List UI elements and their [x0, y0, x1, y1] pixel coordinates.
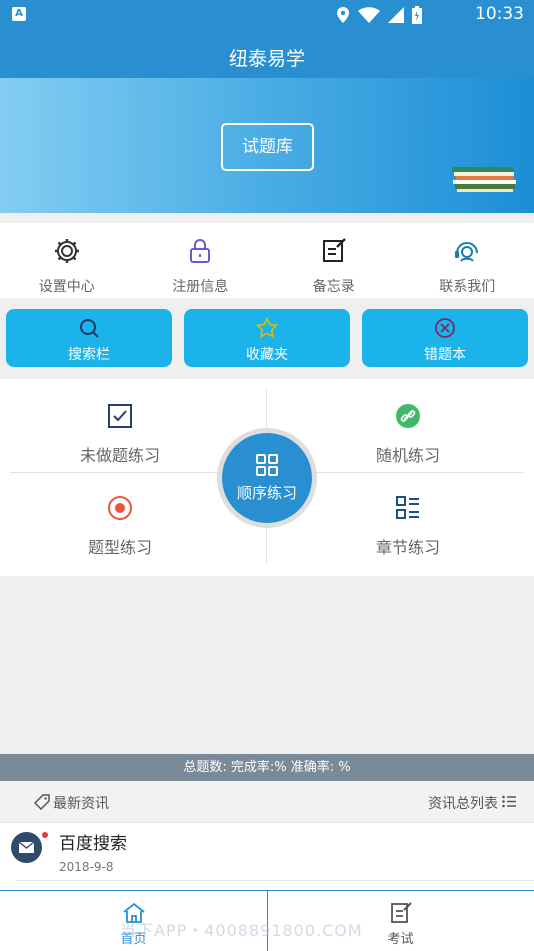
link-icon [395, 403, 421, 429]
tool-label: 收藏夹 [184, 344, 350, 364]
latest-news-label: 最新资讯 [53, 793, 109, 813]
quick-item-label: 联系我们 [401, 276, 534, 296]
search-button[interactable]: 搜索栏 [6, 309, 172, 367]
list-icon [395, 495, 421, 521]
wifi-icon [358, 7, 380, 23]
practice-label: 未做题练习 [20, 442, 220, 466]
location-icon [336, 7, 350, 23]
center-label: 顺序练习 [222, 482, 312, 503]
practice-grid: 未做题练习 随机练习 题型练习 章节练习 顺序练习 [0, 379, 534, 576]
signal-icon [388, 7, 404, 23]
grid-icon [255, 453, 279, 477]
tool-buttons: 搜索栏 收藏夹 错题本 [0, 309, 534, 369]
practice-label: 题型练习 [20, 534, 220, 558]
stats-bar: 总题数: 完成率:% 准确率: % [0, 754, 534, 781]
checkbox-icon [107, 403, 133, 429]
app-title: 纽泰易学 [0, 28, 534, 78]
quick-item-memo[interactable]: 备忘录 [267, 223, 401, 298]
quick-item-contact[interactable]: 联系我们 [401, 223, 534, 298]
star-icon [256, 317, 278, 339]
target-icon [107, 495, 133, 521]
news-item[interactable]: 百度搜索 2018-9-8 [0, 823, 534, 890]
notification-icon: A [12, 7, 26, 21]
quick-item-label: 设置中心 [0, 276, 134, 296]
mail-icon [11, 832, 42, 863]
tool-label: 搜索栏 [6, 344, 172, 364]
random-practice[interactable]: 随机练习 [308, 403, 508, 466]
headset-icon [453, 237, 481, 265]
status-icons [336, 6, 422, 24]
tag-icon [34, 794, 50, 810]
exam-edit-icon [389, 902, 413, 924]
quick-item-register[interactable]: 注册信息 [134, 223, 268, 298]
news-title: 百度搜索 [59, 829, 127, 854]
quick-item-label: 备忘录 [267, 276, 401, 296]
chapter-practice[interactable]: 章节练习 [308, 495, 508, 558]
gear-icon [53, 237, 81, 265]
edit-note-icon [320, 237, 348, 265]
watermark: 当下APP・4008891800.COM [120, 917, 363, 941]
favorites-button[interactable]: 收藏夹 [184, 309, 350, 367]
banner: 试题库 [0, 78, 534, 213]
list-icon [502, 795, 516, 808]
practice-label: 随机练习 [308, 442, 508, 466]
quick-item-label: 注册信息 [134, 276, 268, 296]
unanswered-practice[interactable]: 未做题练习 [20, 403, 220, 466]
news-header: 最新资讯 资讯总列表 [0, 781, 534, 823]
practice-label: 章节练习 [308, 534, 508, 558]
mail-avatar [11, 832, 42, 863]
books-icon [450, 167, 518, 193]
clock: 10:33 [475, 4, 524, 24]
news-list-link[interactable]: 资讯总列表 [428, 793, 498, 813]
status-bar: A 10:33 [0, 0, 534, 28]
quick-menu: 设置中心 注册信息 备忘录 联系我们 [0, 223, 534, 298]
battery-icon [412, 6, 422, 24]
search-icon [78, 317, 100, 339]
divider [15, 880, 534, 881]
error-circle-icon [434, 317, 456, 339]
lock-icon [186, 237, 214, 265]
wrong-questions-button[interactable]: 错题本 [362, 309, 528, 367]
question-type-practice[interactable]: 题型练习 [20, 495, 220, 558]
news-date: 2018-9-8 [59, 860, 113, 874]
unread-dot [42, 832, 48, 838]
sequential-practice-button[interactable]: 顺序练习 [222, 433, 312, 523]
question-bank-button[interactable]: 试题库 [221, 123, 314, 171]
quick-item-settings[interactable]: 设置中心 [0, 223, 134, 298]
tool-label: 错题本 [362, 344, 528, 364]
